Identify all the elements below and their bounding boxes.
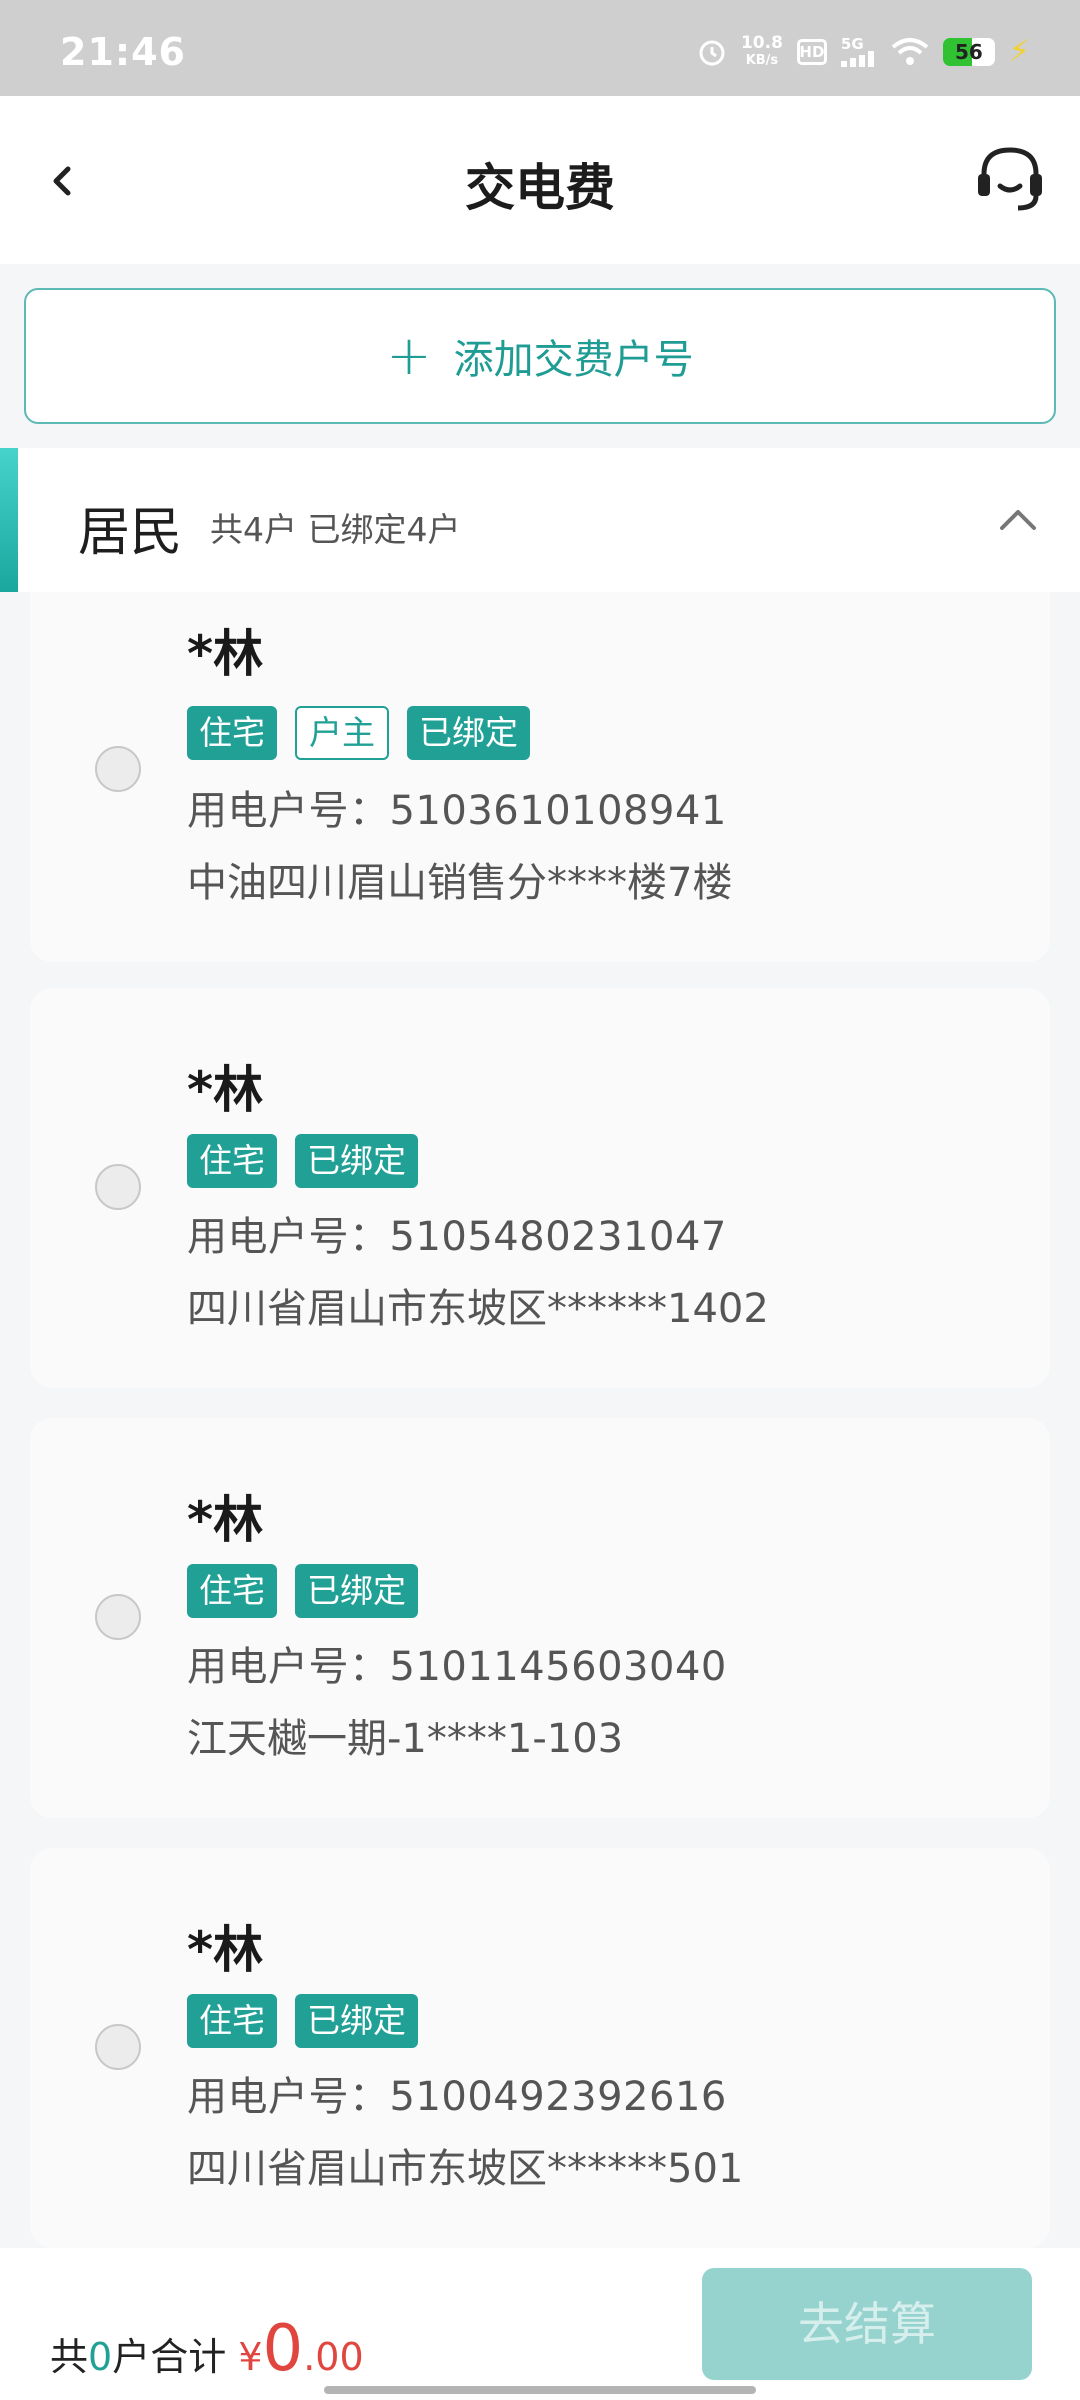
account-number: 用电户号：5105480231047 bbox=[187, 1214, 727, 1260]
total-amount: ¥0.00 bbox=[238, 2312, 364, 2386]
currency-symbol: ¥ bbox=[238, 2335, 263, 2379]
account-holder-name: *林 bbox=[187, 1061, 264, 1119]
amount-integer: 0 bbox=[262, 2312, 304, 2386]
account-card[interactable]: *林 住宅 已绑定 用电户号：5101145603040 江天樾一期-1****… bbox=[30, 1418, 1050, 1818]
tag-bound: 已绑定 bbox=[295, 1994, 418, 2048]
account-holder-name: *林 bbox=[187, 625, 264, 683]
account-address: 江天樾一期-1****1-103 bbox=[187, 1716, 624, 1762]
selected-count: 0 bbox=[88, 2335, 113, 2379]
tag-group: 住宅 已绑定 bbox=[187, 1134, 418, 1188]
add-account-label: 添加交费户号 bbox=[453, 337, 694, 383]
speed-unit: KB/s bbox=[745, 52, 779, 68]
tag-bound: 已绑定 bbox=[407, 706, 530, 760]
account-address: 中油四川眉山销售分****楼7楼 bbox=[187, 860, 733, 906]
account-holder-name: *林 bbox=[187, 1921, 264, 1979]
account-address: 四川省眉山市东坡区******1402 bbox=[187, 1286, 769, 1332]
network-speed: 10.8 KB/s bbox=[740, 32, 783, 69]
tag-group: 住宅 户主 已绑定 bbox=[187, 706, 530, 760]
checkout-button[interactable]: 去结算 bbox=[702, 2268, 1032, 2380]
tag-bound: 已绑定 bbox=[295, 1564, 418, 1618]
tag-group: 住宅 已绑定 bbox=[187, 1564, 418, 1618]
signal-icon: 5G bbox=[840, 34, 877, 67]
collapse-button[interactable] bbox=[986, 488, 1050, 552]
status-time: 21:46 bbox=[60, 30, 186, 74]
group-title: 居民 bbox=[78, 503, 183, 563]
page-title: 交电费 bbox=[465, 159, 615, 217]
total-prefix: 共 bbox=[50, 2335, 89, 2379]
account-holder-name: *林 bbox=[187, 1491, 264, 1549]
speed-value: 10.8 bbox=[740, 32, 783, 53]
tag-residential: 住宅 bbox=[187, 1564, 277, 1618]
add-payment-account-button[interactable]: + 添加交费户号 bbox=[24, 288, 1056, 424]
checkout-bar: 共0户合计 ¥0.00 去结算 bbox=[0, 2248, 1080, 2400]
top-app-bar: 交电费 bbox=[0, 96, 1080, 264]
select-radio[interactable] bbox=[95, 1594, 141, 1640]
hd-icon: HD bbox=[796, 38, 827, 65]
residential-group-header[interactable]: 居民 共4户 已绑定4户 bbox=[0, 448, 1080, 592]
select-radio[interactable] bbox=[95, 746, 141, 792]
select-radio[interactable] bbox=[95, 2024, 141, 2070]
charging-icon: ⚡ bbox=[1008, 34, 1030, 69]
headset-icon bbox=[978, 147, 1042, 211]
account-number: 用电户号：5103610108941 bbox=[187, 788, 727, 834]
tag-residential: 住宅 bbox=[187, 1134, 277, 1188]
plus-icon: + bbox=[386, 324, 432, 387]
tag-residential: 住宅 bbox=[187, 1994, 277, 2048]
tag-householder: 户主 bbox=[295, 706, 389, 760]
group-accent-bar bbox=[0, 448, 18, 592]
battery-icon: 56 bbox=[942, 37, 995, 66]
tag-group: 住宅 已绑定 bbox=[187, 1994, 418, 2048]
account-list: *林 住宅 户主 已绑定 用电户号：5103610108941 中油四川眉山销售… bbox=[0, 592, 1080, 2248]
account-number: 用电户号：5101145603040 bbox=[187, 1644, 727, 1690]
select-radio[interactable] bbox=[95, 1164, 141, 1210]
customer-service-button[interactable] bbox=[970, 140, 1050, 220]
status-bar: 21:46 10.8 KB/s HD 5G 56 ⚡ bbox=[0, 0, 1080, 96]
total-summary: 共0户合计 ¥0.00 bbox=[50, 2312, 364, 2386]
battery-level: 56 bbox=[955, 39, 983, 64]
wifi-icon bbox=[891, 37, 929, 67]
account-number: 用电户号：5100492392616 bbox=[187, 2074, 727, 2120]
account-card[interactable]: *林 住宅 户主 已绑定 用电户号：5103610108941 中油四川眉山销售… bbox=[30, 592, 1050, 962]
home-indicator[interactable] bbox=[324, 2386, 756, 2394]
account-card[interactable]: *林 住宅 已绑定 用电户号：5100492392616 四川省眉山市东坡区**… bbox=[30, 1848, 1050, 2248]
amount-decimal: .00 bbox=[303, 2335, 364, 2379]
chevron-up-icon bbox=[1000, 510, 1036, 530]
status-icons: 10.8 KB/s HD 5G 56 ⚡ bbox=[697, 34, 1030, 69]
account-address: 四川省眉山市东坡区******501 bbox=[187, 2146, 744, 2192]
tag-bound: 已绑定 bbox=[295, 1134, 418, 1188]
tag-residential: 住宅 bbox=[187, 706, 277, 760]
total-middle: 户合计 bbox=[112, 2335, 227, 2379]
account-card[interactable]: *林 住宅 已绑定 用电户号：5105480231047 四川省眉山市东坡区**… bbox=[30, 988, 1050, 1388]
network-type: 5G bbox=[840, 34, 864, 53]
group-summary: 共4户 已绑定4户 bbox=[210, 510, 461, 549]
alarm-icon bbox=[697, 37, 727, 67]
